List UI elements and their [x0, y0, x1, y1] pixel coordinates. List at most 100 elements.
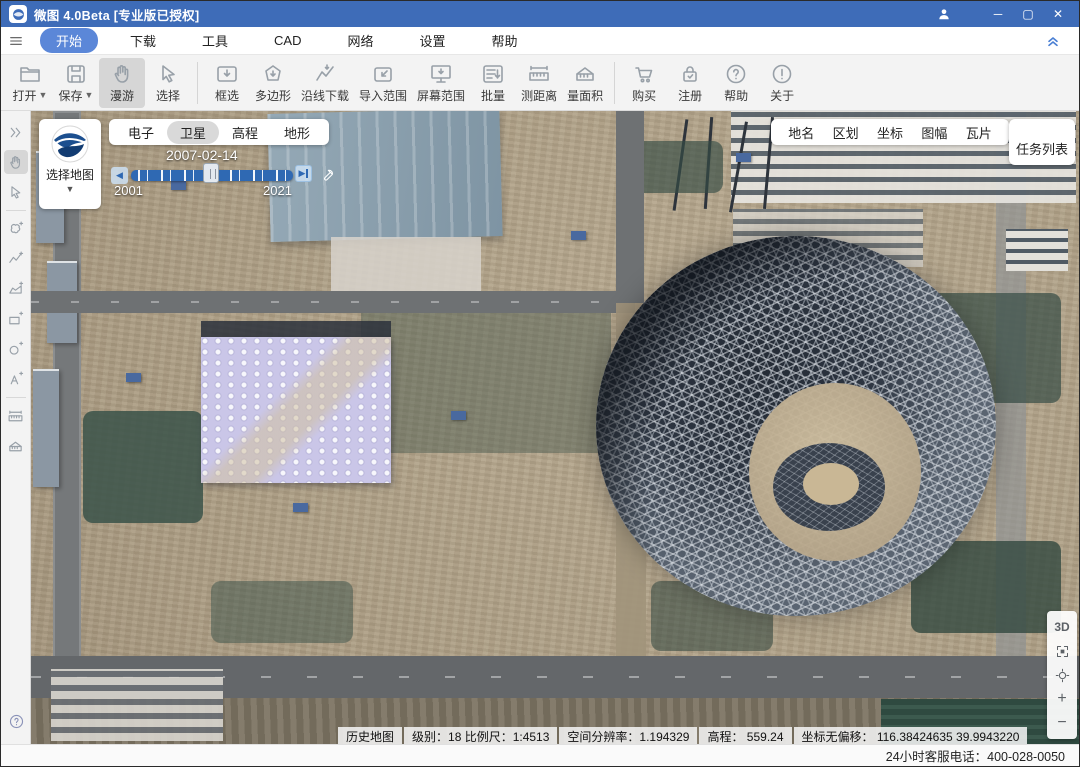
- status-elevation: 高程： 559.24: [699, 727, 791, 745]
- timeline-slider-handle[interactable]: [203, 163, 219, 183]
- add-text-icon[interactable]: [4, 367, 28, 391]
- measure-distance-icon[interactable]: [4, 404, 28, 428]
- timeline-next-button[interactable]: ▶: [295, 165, 312, 182]
- menu-tab-tools[interactable]: 工具: [188, 28, 242, 53]
- draw-polygon-icon[interactable]: [4, 277, 28, 301]
- globe-logo-icon: [50, 124, 90, 164]
- birds-nest-pad: [803, 463, 859, 505]
- locate-icon[interactable]: [1051, 665, 1073, 685]
- toggle-coordinates[interactable]: 坐标: [877, 123, 903, 142]
- birds-nest-shadow: [596, 236, 996, 616]
- menu-tab-cad[interactable]: CAD: [260, 30, 315, 51]
- overlay-toggle-bar: 地名 区划 坐标 图幅 瓦片: [771, 119, 1009, 145]
- draw-rectangle-icon[interactable]: [4, 307, 28, 331]
- maximize-button[interactable]: ▢: [1013, 1, 1043, 27]
- measure-area-button[interactable]: 量面积: [562, 58, 608, 108]
- menu-tab-download[interactable]: 下载: [116, 28, 170, 53]
- fullscreen-icon[interactable]: [1051, 641, 1073, 661]
- map-terrain-patch: [911, 541, 1061, 633]
- mode-3d-button[interactable]: 3D: [1051, 617, 1073, 637]
- hamburger-menu-icon[interactable]: [1, 33, 31, 49]
- save-icon: [64, 62, 88, 86]
- timeline-current-date: 2007-02-14: [166, 147, 238, 163]
- timeline-prev-button[interactable]: ◀: [111, 167, 128, 184]
- map-road: [31, 656, 1079, 698]
- box-download-icon: [215, 62, 239, 86]
- toolbar-separator: [197, 62, 198, 104]
- map-canvas[interactable]: 选择地图 ▼ 电子 卫星 高程 地形 2007-02-14 ◀ ▶ 2001 2…: [31, 111, 1079, 744]
- map-building: [171, 181, 186, 190]
- app-window: 微图 4.0Beta [专业版已授权] ─ ▢ ✕ 开始 下载 工具 CAD 网…: [0, 0, 1080, 767]
- tab-electronic-map[interactable]: 电子: [115, 121, 167, 144]
- toggle-placenames[interactable]: 地名: [788, 123, 814, 142]
- box-select-button[interactable]: 框选: [204, 58, 250, 108]
- task-list-button[interactable]: 任务列表: [1009, 119, 1075, 165]
- water-cube-building: [201, 337, 391, 483]
- batch-button[interactable]: 批量: [470, 58, 516, 108]
- select-tool-button[interactable]: 选择: [145, 58, 191, 108]
- buy-button[interactable]: 购买: [621, 58, 667, 108]
- map-building: [293, 503, 308, 512]
- draw-circle-icon[interactable]: [4, 337, 28, 361]
- sidebar-separator: [6, 210, 26, 211]
- caret-down-icon: ▼: [66, 184, 75, 194]
- status-history-map: 历史地图: [338, 727, 402, 745]
- map-building: [736, 153, 751, 162]
- map-terrain-patch: [631, 141, 723, 193]
- toggle-districts[interactable]: 区划: [833, 123, 859, 142]
- pan-tool-button[interactable]: 漫游: [99, 58, 145, 108]
- zoom-in-button[interactable]: +: [1051, 689, 1073, 709]
- toolbar-separator: [614, 62, 615, 104]
- tab-satellite-map[interactable]: 卫星: [167, 121, 219, 144]
- toggle-map-sheets[interactable]: 图幅: [921, 123, 947, 142]
- menu-tab-help[interactable]: 帮助: [478, 28, 532, 53]
- close-button[interactable]: ✕: [1043, 1, 1073, 27]
- ruler-icon: [527, 62, 551, 86]
- draw-freeform-icon[interactable]: [4, 217, 28, 241]
- sidebar-help-icon[interactable]: [4, 709, 28, 733]
- timeline-settings-icon[interactable]: [319, 167, 335, 188]
- menubar: 开始 下载 工具 CAD 网络 设置 帮助: [1, 27, 1079, 55]
- map-building: [126, 373, 141, 382]
- expand-panel-icon[interactable]: [4, 120, 28, 144]
- menu-tab-start[interactable]: 开始: [40, 28, 98, 53]
- save-button[interactable]: 保存▼: [53, 58, 99, 108]
- map-road: [31, 291, 635, 313]
- map-picker-button[interactable]: 选择地图 ▼: [39, 119, 101, 209]
- list-download-icon: [481, 62, 505, 86]
- tab-elevation-map[interactable]: 高程: [219, 121, 271, 144]
- birds-nest-stadium: [596, 236, 996, 616]
- import-range-button[interactable]: 导入范围: [354, 58, 412, 108]
- user-account-icon[interactable]: [929, 1, 959, 27]
- open-button[interactable]: 打开▼: [7, 58, 53, 108]
- register-button[interactable]: 注册: [667, 58, 713, 108]
- polygon-button[interactable]: 多边形: [250, 58, 296, 108]
- measure-distance-button[interactable]: 测距离: [516, 58, 562, 108]
- app-title: 微图 4.0Beta [专业版已授权]: [34, 5, 199, 24]
- cart-icon: [632, 62, 656, 86]
- help-button[interactable]: 帮助: [713, 58, 759, 108]
- titlebar: 微图 4.0Beta [专业版已授权] ─ ▢ ✕: [1, 1, 1079, 27]
- map-texture: [31, 111, 1079, 744]
- cursor-icon: [156, 62, 180, 86]
- footer-bar: 24小时客服电话：400-028-0050: [1, 744, 1079, 766]
- measure-area-icon[interactable]: [4, 434, 28, 458]
- select-cursor-icon[interactable]: [4, 180, 28, 204]
- menu-tab-settings[interactable]: 设置: [406, 28, 460, 53]
- layer-tabs: 电子 卫星 高程 地形: [109, 119, 329, 145]
- along-line-download-button[interactable]: 沿线下载: [296, 58, 354, 108]
- about-button[interactable]: 关于: [759, 58, 805, 108]
- screen-range-button[interactable]: 屏幕范围: [412, 58, 470, 108]
- collapse-ribbon-icon[interactable]: [1045, 32, 1061, 53]
- folder-icon: [18, 62, 42, 86]
- toggle-tiles[interactable]: 瓦片: [966, 123, 992, 142]
- minimize-button[interactable]: ─: [983, 1, 1013, 27]
- hand-icon: [110, 62, 134, 86]
- pan-hand-icon[interactable]: [4, 150, 28, 174]
- zoom-out-button[interactable]: −: [1051, 713, 1073, 733]
- menu-tab-network[interactable]: 网络: [334, 28, 388, 53]
- area-ruler-icon: [573, 62, 597, 86]
- tab-terrain-map[interactable]: 地形: [271, 121, 323, 144]
- caret-down-icon: ▼: [85, 90, 94, 100]
- draw-polyline-icon[interactable]: [4, 247, 28, 271]
